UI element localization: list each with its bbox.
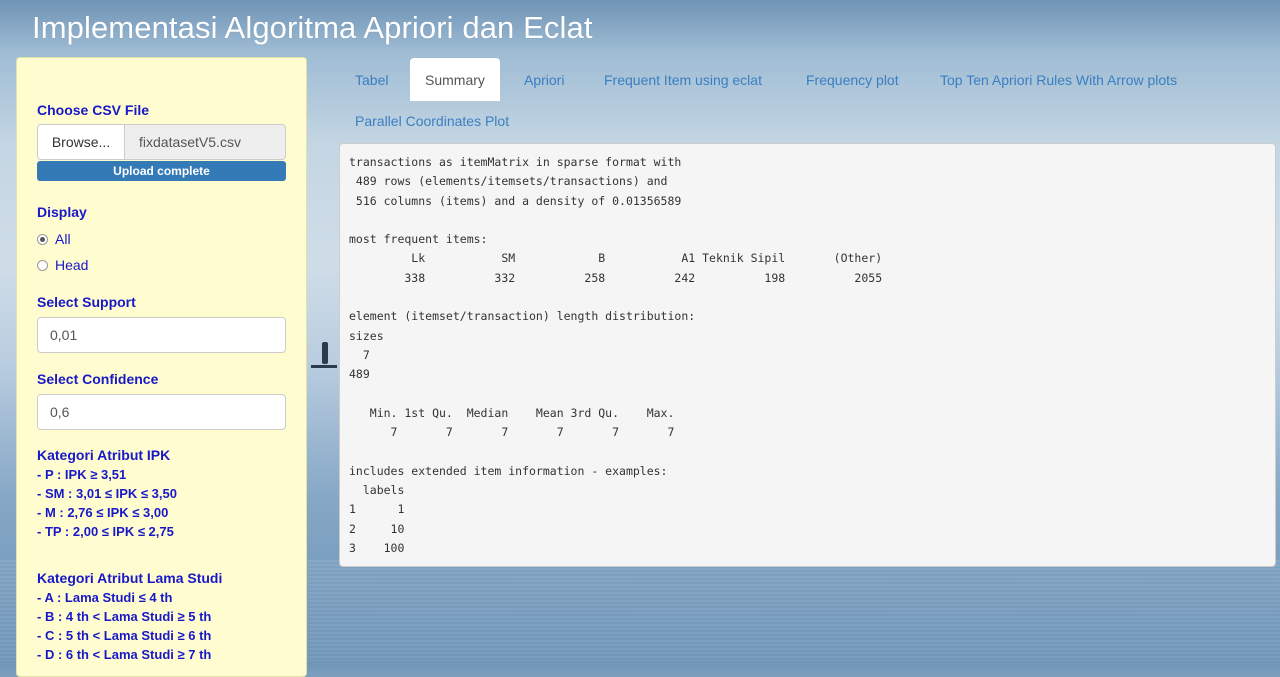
confidence-input[interactable]: 0,6 — [37, 394, 286, 430]
browse-button[interactable]: Browse... — [37, 124, 125, 160]
display-option-all-label: All — [55, 231, 71, 247]
ipk-category-item: - SM : 3,01 ≤ IPK ≤ 3,50 — [37, 486, 177, 501]
ipk-category-title: Kategori Atribut IPK — [37, 447, 171, 463]
ipk-category-item: - M : 2,76 ≤ IPK ≤ 3,00 — [37, 505, 169, 520]
display-label: Display — [37, 204, 87, 220]
confidence-label: Select Confidence — [37, 371, 159, 387]
lama-studi-category-item: - B : 4 th < Lama Studi ≥ 5 th — [37, 609, 212, 624]
ipk-category-item: - TP : 2,00 ≤ IPK ≤ 2,75 — [37, 524, 174, 539]
file-input-group: Browse... fixdatasetV5.csv — [37, 124, 286, 160]
support-label: Select Support — [37, 294, 136, 310]
tab-parallel-coordinates-plot[interactable]: Parallel Coordinates Plot — [340, 99, 524, 142]
tab-frequent-item-eclat[interactable]: Frequent Item using eclat — [589, 58, 777, 101]
lama-studi-category-item: - A : Lama Studi ≤ 4 th — [37, 590, 173, 605]
tab-summary[interactable]: Summary — [410, 58, 500, 101]
ipk-category-item: - P : IPK ≥ 3,51 — [37, 467, 127, 482]
display-option-head-label: Head — [55, 257, 89, 273]
sidebar-panel: Choose CSV File Browse... fixdatasetV5.c… — [16, 57, 307, 677]
radio-button-head[interactable] — [37, 259, 48, 271]
summary-output: transactions as itemMatrix in sparse for… — [339, 143, 1276, 567]
tab-tabel[interactable]: Tabel — [340, 58, 403, 101]
support-input[interactable]: 0,01 — [37, 317, 286, 353]
tab-top-ten-apriori-rules[interactable]: Top Ten Apriori Rules With Arrow plots — [925, 58, 1192, 101]
display-option-all[interactable]: All — [37, 231, 71, 247]
lama-studi-category-block: Kategori Atribut Lama Studi - A : Lama S… — [37, 569, 222, 664]
lama-studi-category-item: - D : 6 th < Lama Studi ≥ 7 th — [37, 647, 212, 662]
lama-studi-category-title: Kategori Atribut Lama Studi — [37, 570, 223, 586]
tab-apriori[interactable]: Apriori — [509, 58, 579, 101]
file-name-field[interactable]: fixdatasetV5.csv — [125, 124, 286, 160]
upload-progress-bar: Upload complete — [37, 161, 286, 181]
tab-frequency-plot[interactable]: Frequency plot — [791, 58, 914, 101]
csv-file-label: Choose CSV File — [37, 102, 150, 118]
background-figure-base — [311, 365, 337, 368]
display-option-head[interactable]: Head — [37, 257, 88, 273]
background-figure — [322, 342, 328, 364]
ipk-category-block: Kategori Atribut IPK - P : IPK ≥ 3,51 - … — [37, 446, 177, 541]
app-title: Implementasi Algoritma Apriori dan Eclat — [32, 10, 593, 45]
radio-button-all[interactable] — [37, 233, 48, 245]
lama-studi-category-item: - C : 5 th < Lama Studi ≥ 6 th — [37, 628, 212, 643]
